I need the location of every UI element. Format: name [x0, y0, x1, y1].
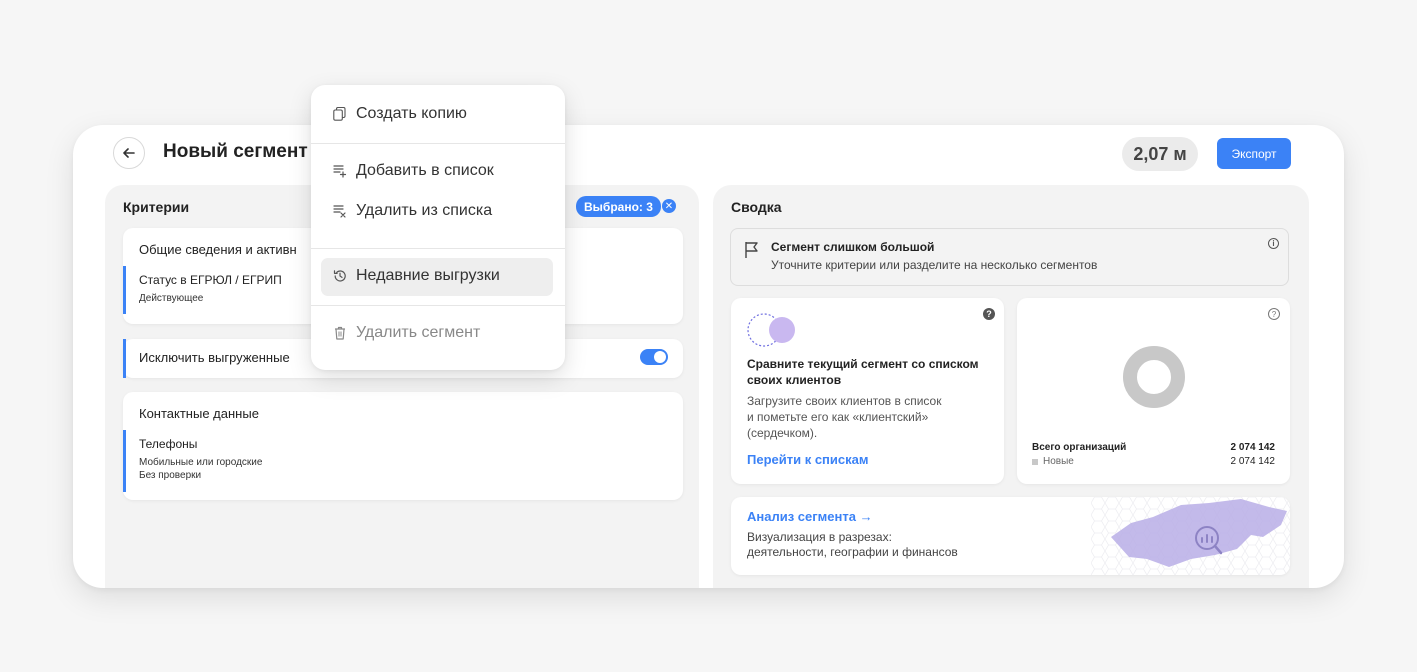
clear-selection-icon[interactable]: ✕	[662, 199, 676, 213]
menu-item-copy[interactable]: Создать копию	[332, 105, 467, 123]
organizations-stats-card: ? Всего организаций 2 074 142 Новые 2 07…	[1017, 298, 1290, 484]
segment-too-big-warning: Сегмент слишком большой Уточните критери…	[730, 228, 1289, 286]
analysis-text-line-1: Визуализация в разрезах:	[747, 530, 892, 544]
segment-actions-menu: Создать копию Добавить в список Удалить …	[311, 85, 565, 370]
segment-editor-window: Новый сегмент 2,07 м Экспорт Критерии Вы…	[73, 125, 1344, 588]
menu-item-copy-label: Создать копию	[356, 105, 467, 122]
summary-panel: Сводка Сегмент слишком большой Уточните …	[713, 185, 1309, 588]
page-title: Новый сегмент	[163, 141, 308, 162]
flag-icon	[745, 242, 758, 258]
phones-type-value: Мобильные или городские	[139, 457, 263, 468]
go-to-lists-link[interactable]: Перейти к спискам	[747, 452, 868, 467]
menu-item-recent-exports-label: Недавние выгрузки	[356, 267, 500, 284]
legend-swatch-new	[1032, 458, 1038, 465]
menu-item-delete-segment-label: Удалить сегмент	[356, 324, 481, 341]
back-button[interactable]	[113, 137, 145, 169]
warning-text: Уточните критерии или разделите на неско…	[771, 258, 1098, 272]
donut-chart	[1123, 346, 1185, 408]
menu-divider	[311, 143, 565, 144]
history-icon	[332, 269, 347, 284]
selected-count-chip[interactable]: Выбрано: 3	[576, 196, 661, 217]
new-orgs-label: Новые	[1043, 456, 1074, 467]
compare-text-line-2: и пометьте его как «клиентский»	[747, 410, 929, 424]
compare-title-line-2: своих клиентов	[747, 373, 842, 387]
compare-text-line-3: (сердечком).	[747, 426, 818, 440]
segment-analysis-link[interactable]: Анализ сегмента →	[747, 509, 873, 524]
compare-title-line-1: Сравните текущий сегмент со списком	[747, 357, 979, 371]
summary-title: Сводка	[731, 199, 782, 215]
segment-analysis-card[interactable]: Анализ сегмента → Визуализация в разреза…	[731, 497, 1290, 575]
trash-icon	[332, 326, 347, 341]
contacts-title: Контактные данные	[139, 406, 259, 421]
exclude-exported-label: Исключить выгруженные	[139, 350, 290, 365]
menu-item-add-to-list[interactable]: Добавить в список	[332, 162, 494, 180]
compare-text-line-1: Загрузите своих клиентов в список	[747, 394, 942, 408]
phones-criterion[interactable]: Телефоны Мобильные или городские Без про…	[123, 430, 262, 492]
phones-label: Телефоны	[139, 437, 198, 451]
copy-icon	[332, 107, 347, 122]
list-add-icon	[332, 164, 347, 179]
contacts-card[interactable]: Контактные данные Телефоны Мобильные или…	[123, 392, 683, 500]
help-outline-icon[interactable]: ?	[1268, 308, 1280, 320]
venn-circles-icon	[747, 313, 795, 347]
arrow-left-icon	[123, 148, 135, 158]
phones-check-value: Без проверки	[139, 470, 202, 481]
menu-item-remove-from-list-label: Удалить из списка	[356, 202, 493, 219]
new-orgs-value: 2 074 142	[1230, 456, 1276, 467]
list-remove-icon	[332, 204, 347, 219]
menu-divider	[311, 305, 565, 306]
egrul-status-label: Статус в ЕГРЮЛ / ЕГРИП	[139, 273, 282, 287]
total-orgs-label: Всего организаций	[1032, 442, 1127, 453]
warning-title: Сегмент слишком большой	[771, 240, 935, 254]
general-info-title: Общие сведения и активн	[139, 242, 297, 257]
export-button[interactable]: Экспорт	[1217, 138, 1291, 169]
exclude-exported-toggle[interactable]	[640, 349, 668, 365]
criteria-title: Критерии	[123, 199, 190, 215]
segment-size-badge: 2,07 м	[1122, 137, 1198, 171]
compare-clients-card: ? Сравните текущий сегмент со списком св…	[731, 298, 1004, 484]
russia-map-illustration	[1091, 497, 1290, 575]
info-icon[interactable]: i	[1268, 238, 1279, 249]
egrul-status-criterion[interactable]: Статус в ЕГРЮЛ / ЕГРИП Действующее	[123, 266, 282, 314]
help-icon[interactable]: ?	[983, 308, 995, 320]
menu-item-remove-from-list[interactable]: Удалить из списка	[332, 202, 492, 220]
exclude-exported-row: Исключить выгруженные	[123, 339, 290, 378]
menu-item-delete-segment[interactable]: Удалить сегмент	[332, 324, 480, 342]
total-orgs-value: 2 074 142	[1230, 442, 1276, 453]
egrul-status-value: Действующее	[139, 293, 204, 304]
menu-item-add-to-list-label: Добавить в список	[356, 162, 494, 179]
menu-divider	[311, 248, 565, 249]
menu-item-recent-exports[interactable]: Недавние выгрузки	[332, 267, 500, 285]
analysis-text-line-2: деятельности, географии и финансов	[747, 545, 958, 559]
